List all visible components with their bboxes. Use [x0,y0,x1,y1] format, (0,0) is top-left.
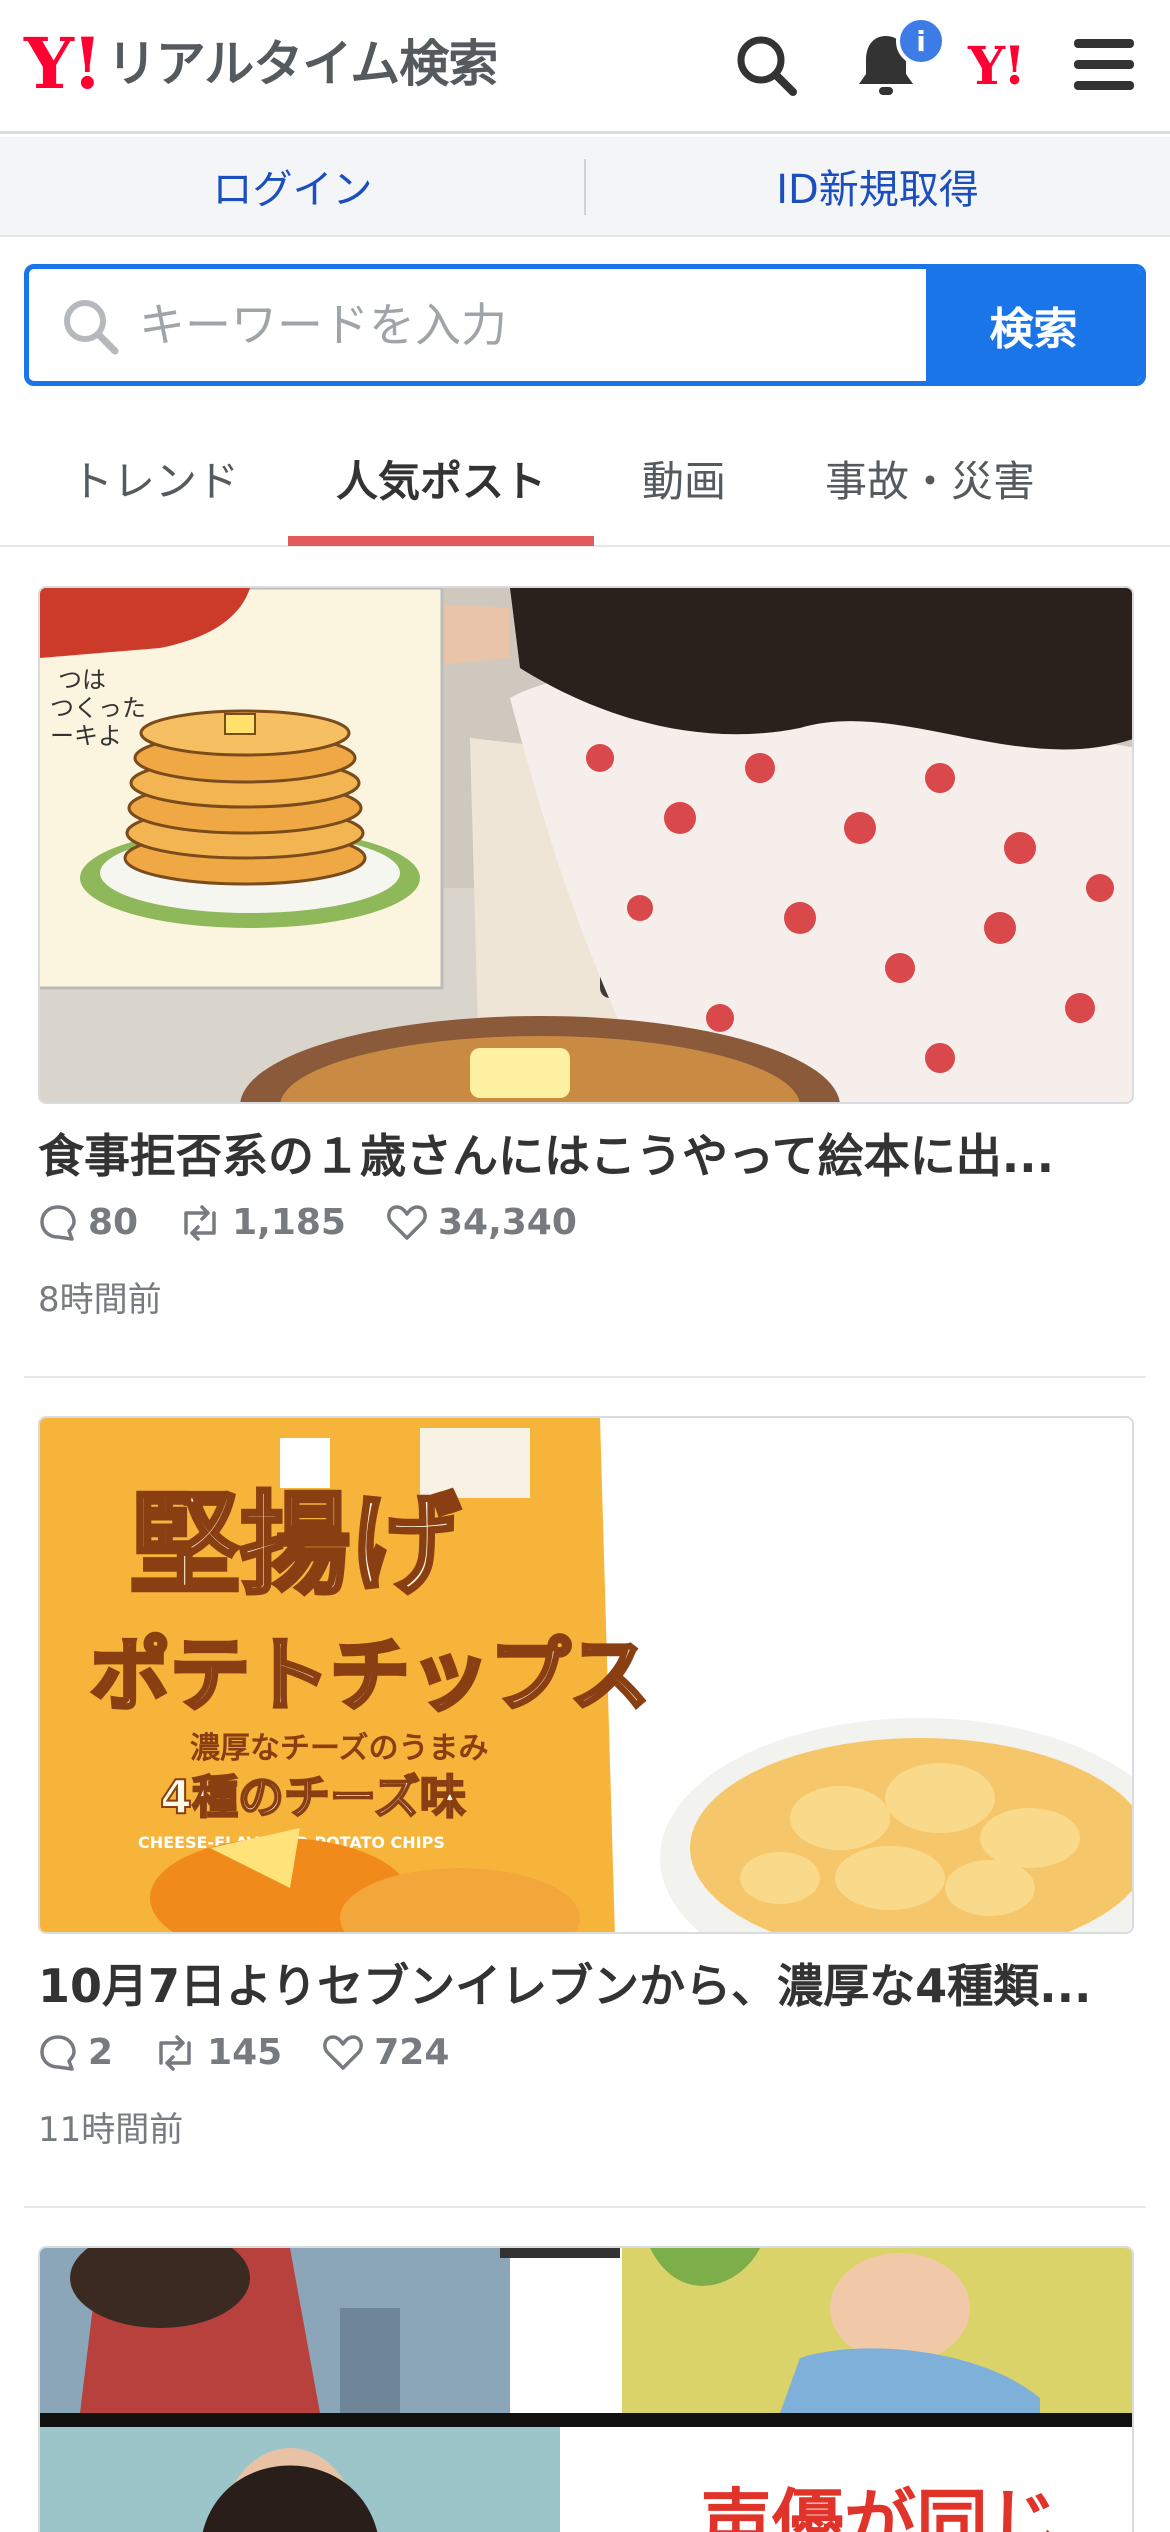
auth-bar: ログイン ID新規取得 [0,137,1170,237]
post-stats: 2 145 724 [38,2032,489,2073]
post-card[interactable]: つは つくった ーキよ 食事拒否系の１歳さんにはこうやって絵本に出... 80 … [24,586,1146,1346]
like-icon [387,1204,427,1240]
reply-icon [40,1204,76,1241]
yahoo-realtime-logo[interactable]: Y! リアルタイム検索 [24,22,498,105]
bag-sub-2: 4種のチーズ味 [160,1770,466,1824]
image-caption: 声優が同じ [700,2481,1060,2532]
post-image[interactable]: 堅揚げ ポテトチップス 濃厚なチーズのうまみ 4種のチーズ味 CHEESE-FL… [38,1416,1134,1934]
book-text-1: つは [58,666,106,694]
bag-title-1: 堅揚げ [130,1481,460,1609]
notification-badge[interactable]: i [896,16,946,66]
reply-stat[interactable]: 80 [38,1202,138,1243]
repost-count: 1,185 [232,1202,346,1243]
yahoo-japan-icon[interactable]: Y! [968,28,1026,104]
post-card[interactable]: 声優が同じ [24,2246,1146,2532]
bag-title-2: ポテトチップス [90,1629,650,1722]
repost-stat[interactable]: 145 [153,2032,282,2073]
repost-count: 145 [207,2032,283,2073]
post-time: 8時間前 [38,1280,162,1320]
reply-count: 2 [88,2032,114,2073]
search-field-wrap [29,269,926,381]
post-card[interactable]: 堅揚げ ポテトチップス 濃厚なチーズのうまみ 4種のチーズ味 CHEESE-FL… [24,1416,1146,2176]
logo-title: リアルタイム検索 [106,35,498,93]
tab-accident-disaster[interactable]: 事故・災害 [790,412,1070,545]
repost-icon [159,2034,191,2071]
tab-trend[interactable]: トレンド [40,412,270,545]
like-icon [323,2034,364,2070]
search-input[interactable] [29,269,926,381]
tab-bar: トレンド 人気ポスト 動画 事故・災害 [0,412,1170,547]
menu-icon[interactable] [1064,25,1144,105]
reply-count: 80 [88,1202,139,1243]
tab-video[interactable]: 動画 [594,412,774,545]
search-icon[interactable] [726,25,806,105]
book-text-2: つくった [50,694,146,722]
post-title[interactable]: 10月7日よりセブンイレブンから、濃厚な4種類... [38,1956,1138,2016]
post-time: 11時間前 [38,2110,184,2150]
like-count: 724 [374,2032,450,2073]
reply-stat[interactable]: 2 [38,2032,113,2073]
post-image[interactable]: 声優が同じ [38,2246,1134,2532]
post-image[interactable]: つは つくった ーキよ [38,586,1134,1104]
book-text-3: ーキよ [50,722,122,750]
divider [24,2206,1146,2208]
search-bar: 検索 [24,264,1146,386]
repost-icon [184,1204,216,1241]
login-link[interactable]: ログイン [0,137,585,235]
bag-sub-1: 濃厚なチーズのうまみ [190,1731,489,1766]
like-stat[interactable]: 34,340 [386,1202,577,1243]
like-stat[interactable]: 724 [322,2032,449,2073]
app-header: Y! リアルタイム検索 i Y! [0,0,1170,134]
post-stats: 80 1,185 34,340 [38,1202,617,1243]
divider [24,1376,1146,1378]
post-title[interactable]: 食事拒否系の１歳さんにはこうやって絵本に出... [38,1126,1138,1186]
yahoo-logo-mark: Y! [24,22,103,105]
auth-divider [584,159,586,215]
search-field-icon [64,300,119,355]
tab-popular-posts[interactable]: 人気ポスト [288,412,594,545]
active-tab-indicator [288,536,594,546]
search-button[interactable]: 検索 [926,269,1141,381]
repost-stat[interactable]: 1,185 [178,1202,346,1243]
reply-icon [40,2034,76,2071]
register-link[interactable]: ID新規取得 [585,137,1170,235]
like-count: 34,340 [437,1202,577,1243]
